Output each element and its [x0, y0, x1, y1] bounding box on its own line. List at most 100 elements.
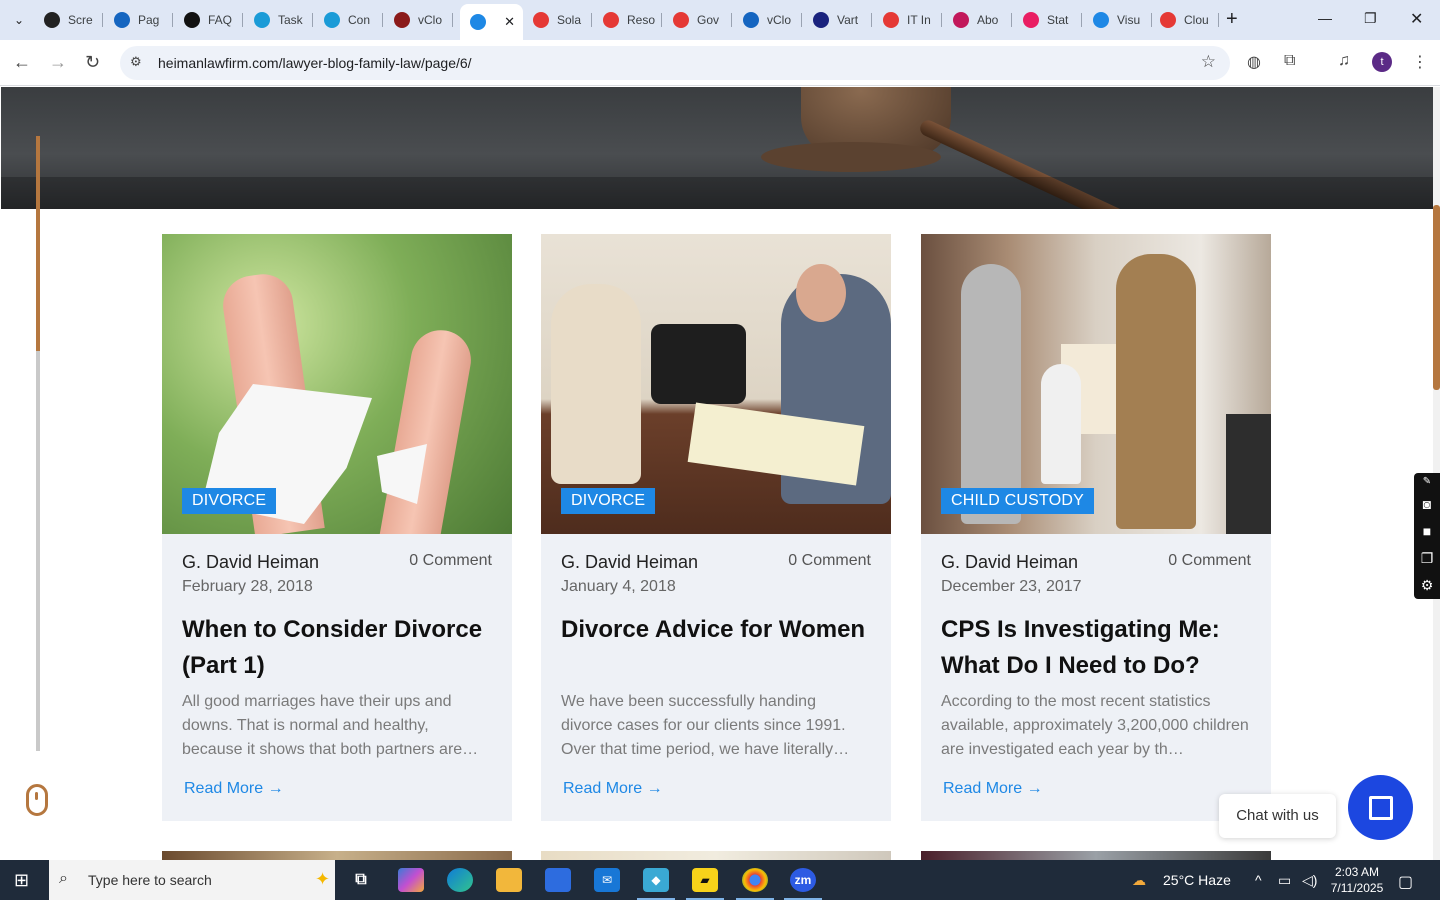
next-post-image[interactable] — [541, 851, 891, 860]
post-comment-count[interactable]: 0 Comment — [788, 552, 871, 570]
back-button[interactable]: ← — [13, 52, 31, 72]
browser-tab[interactable]: Abo — [943, 6, 1012, 34]
woman-figure — [551, 284, 641, 484]
site-info-icon[interactable]: ⚙ — [130, 54, 142, 70]
next-post-image[interactable] — [162, 851, 512, 860]
puzzle-icon[interactable]: ⧉ — [1284, 52, 1295, 70]
browser-tab[interactable]: Pag — [104, 6, 173, 34]
chat-label[interactable]: Chat with us — [1219, 794, 1336, 838]
post-title[interactable]: When to Consider Divorce (Part 1) — [182, 612, 497, 684]
browser-tab[interactable]: Scre — [34, 6, 103, 34]
browser-tab[interactable]: Gov — [663, 6, 732, 34]
kebab-menu-icon[interactable]: ⋮ — [1412, 52, 1428, 72]
star-icon[interactable]: ☆ — [1201, 52, 1216, 72]
screen-capture-toolbar: ✎ ◙ ■ ❐ ⚙ — [1414, 473, 1440, 599]
browser-tab[interactable]: Vart — [803, 6, 872, 34]
maximize-button[interactable]: ❐ — [1364, 10, 1377, 27]
url-text[interactable]: heimanlawfirm.com/lawyer-blog-family-law… — [158, 55, 472, 71]
browser-tab[interactable]: Task — [244, 6, 313, 34]
profile-avatar[interactable]: t — [1372, 52, 1392, 72]
tab-label: Gov — [697, 13, 720, 27]
tab-active[interactable]: ✕ — [460, 4, 523, 40]
tab-separator — [452, 13, 453, 27]
tab-favicon-icon — [533, 12, 549, 28]
forward-button[interactable]: → — [49, 52, 67, 72]
media-control-icon[interactable]: ♫ — [1338, 52, 1350, 70]
app-icon[interactable]: ◆ — [637, 868, 675, 900]
chevron-down-icon: ⌄ — [13, 13, 25, 27]
window-icon[interactable]: ❐ — [1414, 545, 1440, 572]
task-view-icon[interactable]: ⧉ — [348, 868, 374, 892]
tab-label: Stat — [1047, 13, 1069, 27]
close-window-button[interactable]: ✕ — [1410, 9, 1423, 29]
chrome-icon[interactable] — [736, 868, 774, 900]
finger-right — [378, 325, 476, 534]
store-icon[interactable] — [545, 868, 571, 892]
child-figure — [1041, 364, 1081, 484]
post-date: January 4, 2018 — [561, 578, 676, 595]
mail-icon[interactable]: ✉ — [594, 868, 620, 892]
tab-search-button[interactable]: ⌄ — [6, 7, 32, 33]
gear-icon[interactable]: ⚙ — [1414, 572, 1440, 599]
copilot-icon[interactable] — [398, 868, 424, 892]
gavel-block — [761, 142, 941, 172]
file-explorer-icon[interactable] — [496, 868, 522, 892]
browser-tab[interactable]: Sola — [523, 6, 592, 34]
tab-favicon-icon — [743, 12, 759, 28]
pen-icon[interactable]: ✎ — [1414, 473, 1440, 491]
taskbar-search-box[interactable]: ⌕ Type here to search ✦ — [49, 860, 335, 900]
weather-text[interactable]: 25°C Haze — [1163, 872, 1231, 888]
post-author[interactable]: G. David Heiman — [561, 552, 698, 573]
browser-tab[interactable]: Clou — [1150, 6, 1219, 34]
translate-icon[interactable]: ◍ — [1247, 52, 1261, 72]
read-more-link[interactable]: Read More → — [563, 780, 663, 798]
video-icon[interactable]: ■ — [1414, 518, 1440, 545]
camera-icon[interactable]: ◙ — [1414, 491, 1440, 518]
notification-icon[interactable]: ▢ — [1398, 872, 1413, 892]
weather-icon[interactable]: ☁ — [1132, 872, 1146, 889]
edge-icon[interactable] — [447, 868, 473, 892]
post-comment-count[interactable]: 0 Comment — [1168, 552, 1251, 570]
browser-tab[interactable]: Visu — [1083, 6, 1152, 34]
browser-tab[interactable]: vClo — [733, 6, 802, 34]
volume-icon[interactable]: ◁) — [1302, 872, 1317, 889]
tab-label: Abo — [977, 13, 999, 27]
windows-start-icon[interactable]: ⊞ — [14, 870, 29, 891]
tray-chevron-icon[interactable]: ^ — [1255, 872, 1262, 888]
browser-tab[interactable]: FAQ — [174, 6, 243, 34]
tab-separator — [242, 13, 243, 27]
category-badge[interactable]: CHILD CUSTODY — [941, 488, 1094, 514]
close-tab-icon[interactable]: ✕ — [504, 14, 515, 30]
clock-date: 7/11/2025 — [1330, 881, 1384, 895]
reload-button[interactable]: ↻ — [85, 52, 100, 72]
post-comment-count[interactable]: 0 Comment — [409, 552, 492, 570]
new-tab-button[interactable]: + — [1226, 9, 1238, 29]
next-post-image[interactable] — [921, 851, 1271, 860]
tab-favicon-icon — [813, 12, 829, 28]
taskbar-search-text[interactable]: Type here to search — [88, 872, 212, 888]
sticky-notes-icon[interactable]: ▰ — [686, 868, 724, 900]
browser-tab[interactable]: Con — [314, 6, 383, 34]
windows-taskbar: ⊞ ⌕ Type here to search ✦ ⧉ ✉ ◆ ▰ zm ☁ 2… — [0, 860, 1440, 900]
category-badge[interactable]: DIVORCE — [561, 488, 656, 514]
browser-tab[interactable]: Reso — [593, 6, 662, 34]
post-author[interactable]: G. David Heiman — [941, 552, 1078, 573]
zoom-icon[interactable]: zm — [784, 868, 822, 900]
network-icon[interactable]: ▭ — [1278, 872, 1291, 889]
post-title[interactable]: Divorce Advice for Women — [561, 612, 876, 648]
browser-tab[interactable]: IT In — [873, 6, 942, 34]
minimize-button[interactable]: — — [1318, 10, 1332, 26]
taskbar-clock[interactable]: 2:03 AM 7/11/2025 — [1330, 864, 1384, 896]
scrollbar-thumb[interactable] — [1433, 205, 1440, 390]
category-badge[interactable]: DIVORCE — [182, 488, 277, 514]
browser-tab[interactable]: vClo — [384, 6, 453, 34]
post-author[interactable]: G. David Heiman — [182, 552, 319, 573]
post-title[interactable]: CPS Is Investigating Me: What Do I Need … — [941, 612, 1256, 684]
read-more-link[interactable]: Read More → — [184, 780, 284, 798]
read-more-link[interactable]: Read More → — [943, 780, 1043, 798]
kitchen-counter — [1226, 414, 1271, 534]
chat-button[interactable] — [1348, 775, 1413, 840]
address-bar[interactable]: ⚙ heimanlawfirm.com/lawyer-blog-family-l… — [120, 46, 1230, 80]
browser-tab[interactable]: Stat — [1013, 6, 1082, 34]
tab-label: FAQ — [208, 13, 233, 27]
